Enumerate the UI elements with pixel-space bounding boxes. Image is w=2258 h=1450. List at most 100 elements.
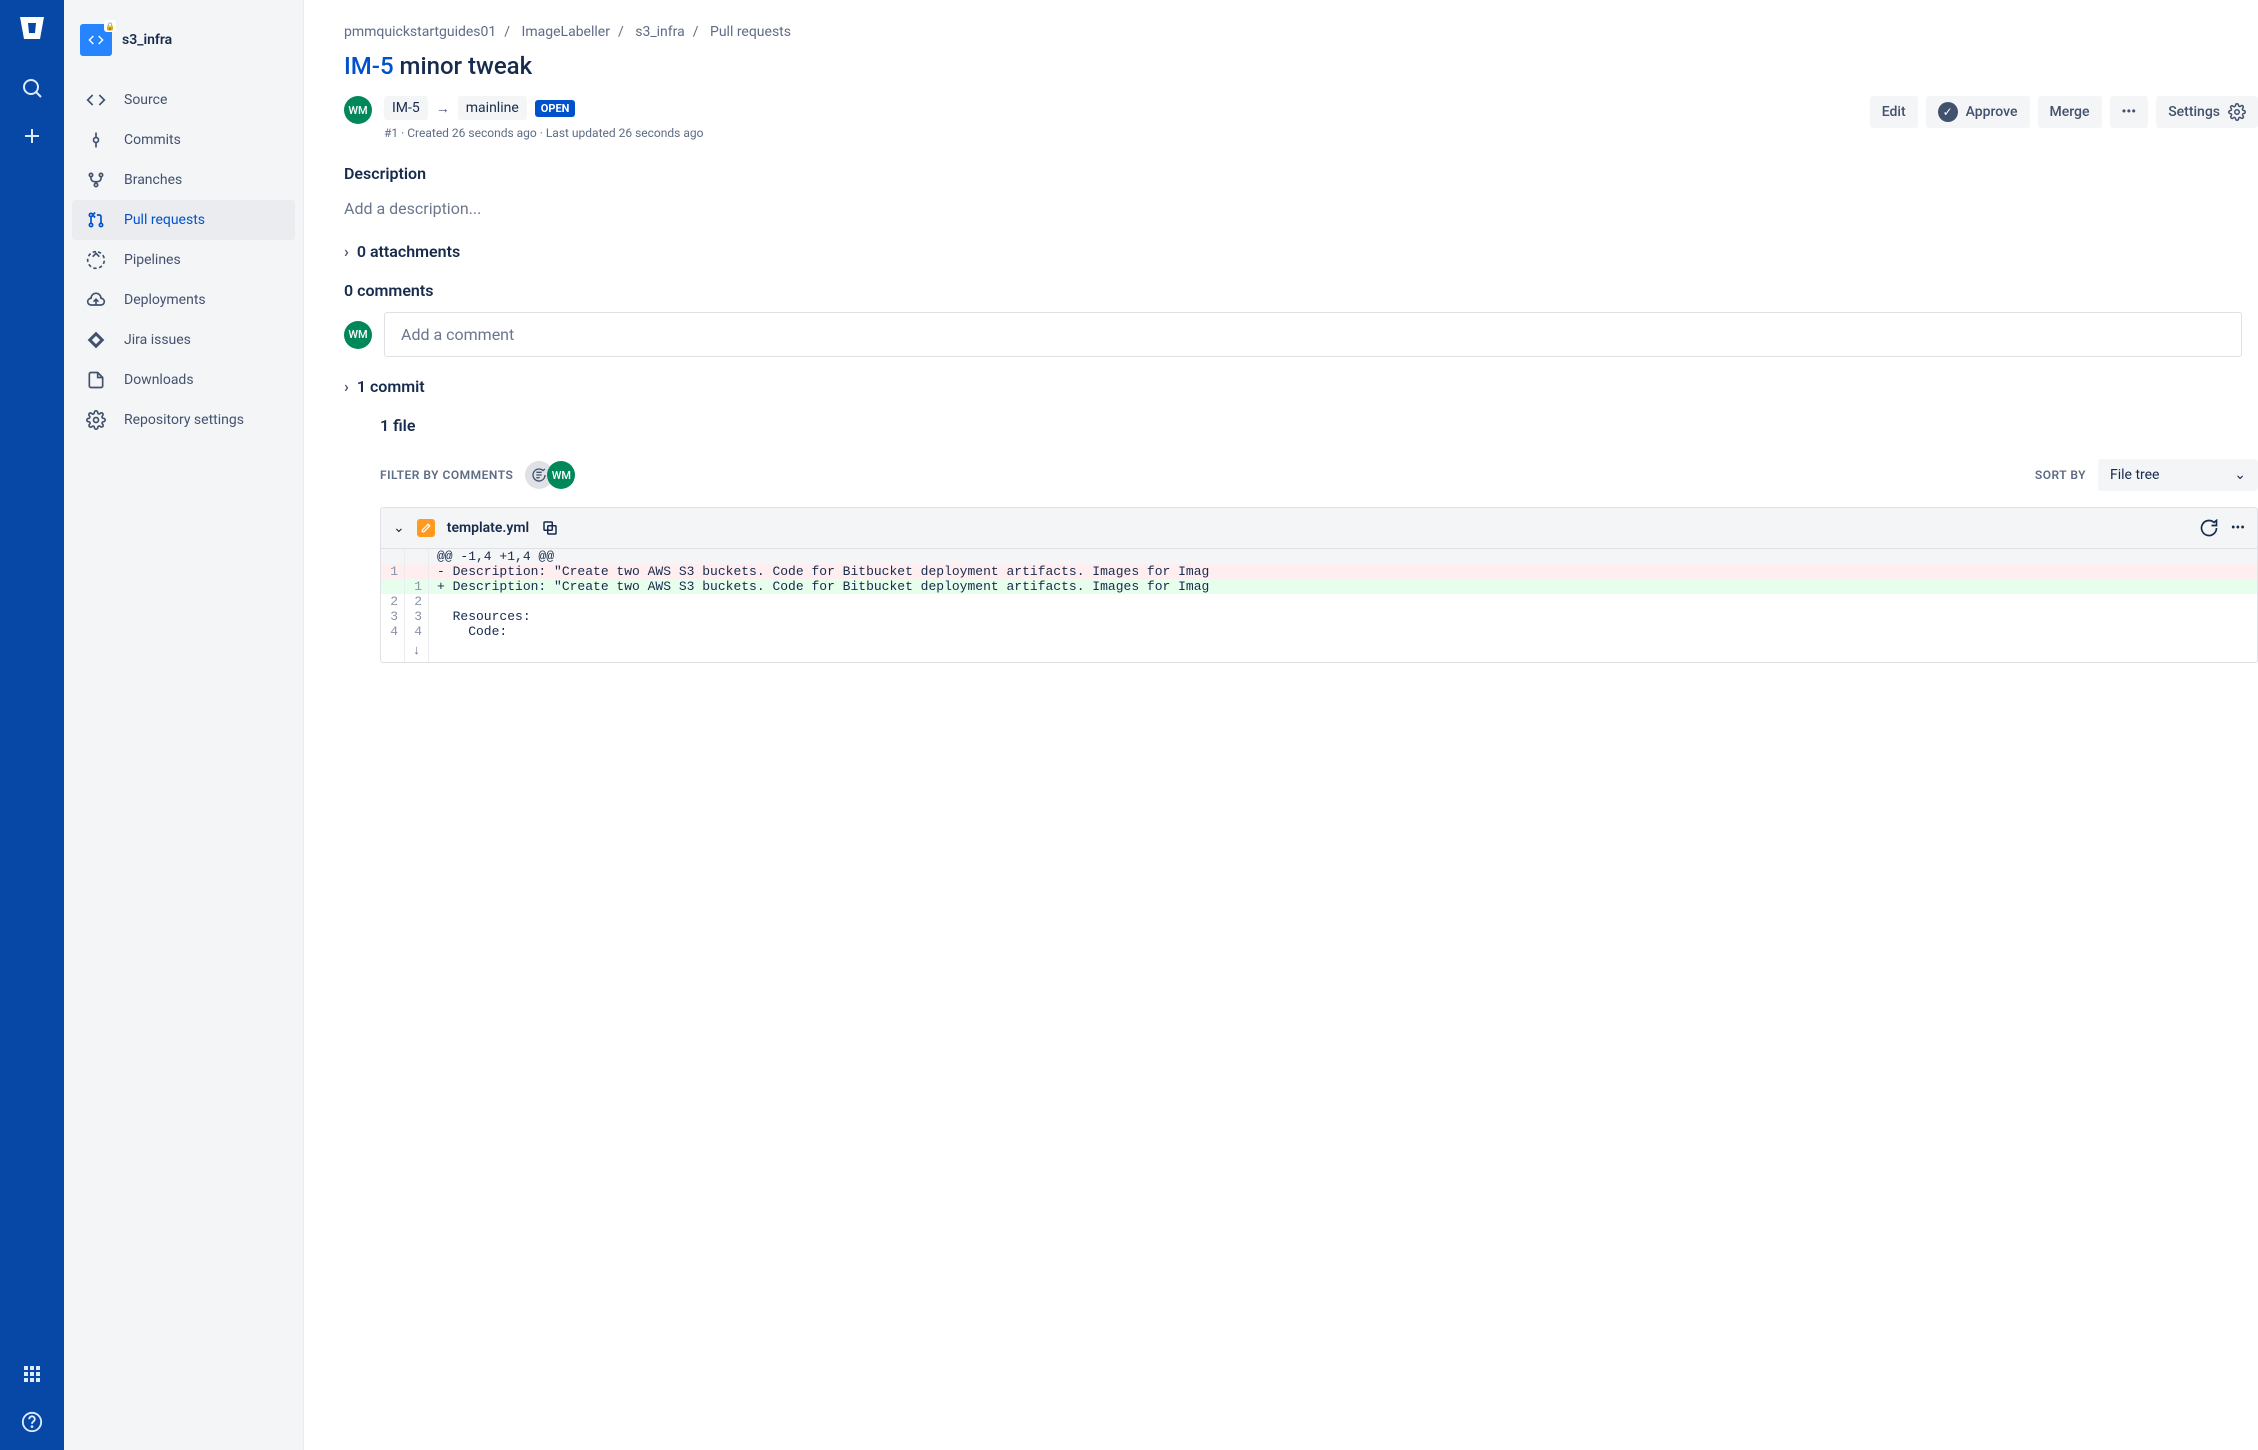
check-circle-icon: ✓: [1938, 102, 1958, 122]
repo-name: s3_infra: [122, 32, 172, 48]
current-user-avatar: WM: [344, 321, 372, 349]
sidebar-item-pull-requests[interactable]: Pull requests: [72, 200, 295, 240]
diff-line[interactable]: 1- Description: "Create two AWS S3 bucke…: [381, 564, 2257, 579]
search-icon[interactable]: [12, 68, 52, 108]
pr-created: Created 26 seconds ago: [407, 126, 537, 140]
comment-input[interactable]: Add a comment: [384, 312, 2242, 357]
approve-button[interactable]: ✓ Approve: [1926, 96, 2030, 128]
refresh-icon[interactable]: [2199, 518, 2219, 538]
settings-button[interactable]: Settings: [2156, 96, 2258, 128]
sidebar-item-label: Pull requests: [124, 212, 205, 228]
more-actions-button[interactable]: •••: [2110, 96, 2149, 128]
branch-icon: [84, 168, 108, 192]
file-modified-icon: [417, 519, 435, 537]
repo-sidebar: 🔒 s3_infra Source Commits Branches Pull …: [64, 0, 304, 1450]
pr-meta-row: WM IM-5 → mainline OPEN #1 · Created 26 …: [344, 96, 2258, 140]
sort-dropdown[interactable]: File tree ⌄: [2098, 459, 2258, 491]
sidebar-item-label: Downloads: [124, 372, 194, 388]
sort-value: File tree: [2110, 467, 2160, 483]
create-icon[interactable]: [12, 116, 52, 156]
diff-hunk-header: @@ -1,4 +1,4 @@: [381, 549, 2257, 564]
breadcrumbs: pmmquickstartguides01/ ImageLabeller/ s3…: [344, 24, 2258, 40]
code-icon: [84, 88, 108, 112]
diff-line[interactable]: 1+ Description: "Create two AWS S3 bucke…: [381, 579, 2257, 594]
description-section: Description Add a description...: [344, 164, 2258, 222]
pr-title-text: minor tweak: [394, 52, 533, 80]
pipeline-icon: [84, 248, 108, 272]
breadcrumb-item[interactable]: pmmquickstartguides01: [344, 24, 496, 40]
filter-label: FILTER BY COMMENTS: [380, 468, 513, 482]
diff-expand[interactable]: ↓: [381, 639, 2257, 662]
branch-row: IM-5 → mainline OPEN: [384, 96, 703, 120]
commit-icon: [84, 128, 108, 152]
commenter-avatar[interactable]: WM: [547, 461, 575, 489]
sidebar-item-repo-settings[interactable]: Repository settings: [72, 400, 295, 440]
comments-heading: 0 comments: [344, 281, 2242, 300]
repo-header[interactable]: 🔒 s3_infra: [72, 16, 295, 64]
description-heading: Description: [344, 164, 2242, 183]
sidebar-item-label: Deployments: [124, 292, 206, 308]
chevron-down-icon: ⌄: [2234, 467, 2246, 483]
lock-icon: 🔒: [104, 20, 116, 32]
diff-line[interactable]: 33 Resources:: [381, 609, 2257, 624]
attachments-label: 0 attachments: [357, 242, 460, 261]
target-branch[interactable]: mainline: [458, 96, 527, 120]
attachments-toggle[interactable]: › 0 attachments: [344, 242, 2258, 261]
apps-switcher-icon[interactable]: [12, 1354, 52, 1394]
diff-line[interactable]: 22: [381, 594, 2257, 609]
breadcrumb-item[interactable]: s3_infra: [635, 24, 685, 40]
sidebar-item-label: Jira issues: [124, 332, 191, 348]
sidebar-item-downloads[interactable]: Downloads: [72, 360, 295, 400]
pull-request-icon: [84, 208, 108, 232]
sidebar-item-branches[interactable]: Branches: [72, 160, 295, 200]
sidebar-item-pipelines[interactable]: Pipelines: [72, 240, 295, 280]
sidebar-item-label: Pipelines: [124, 252, 181, 268]
gear-icon: [2228, 103, 2246, 121]
more-horizontal-icon: •••: [2122, 104, 2137, 120]
files-heading: 1 file: [380, 416, 2258, 435]
breadcrumb-item[interactable]: Pull requests: [710, 24, 791, 40]
sidebar-item-deployments[interactable]: Deployments: [72, 280, 295, 320]
bitbucket-logo-icon[interactable]: [16, 12, 48, 44]
arrow-right-icon: →: [436, 100, 450, 117]
sidebar-item-jira-issues[interactable]: Jira issues: [72, 320, 295, 360]
chevron-down-icon[interactable]: ⌄: [393, 520, 405, 536]
settings-label: Settings: [2168, 104, 2220, 120]
source-branch[interactable]: IM-5: [384, 96, 428, 120]
gear-icon: [84, 408, 108, 432]
chevron-right-icon: ›: [344, 242, 349, 261]
diff-header: ⌄ template.yml •••: [381, 508, 2257, 549]
files-section: 1 file FILTER BY COMMENTS WM SORT BY Fil…: [380, 416, 2258, 663]
cloud-upload-icon: [84, 288, 108, 312]
chevron-right-icon: ›: [344, 377, 349, 396]
copy-icon[interactable]: [541, 519, 559, 537]
main-content: pmmquickstartguides01/ ImageLabeller/ s3…: [304, 0, 2258, 1450]
sidebar-item-source[interactable]: Source: [72, 80, 295, 120]
description-placeholder[interactable]: Add a description...: [344, 195, 2242, 222]
sidebar-item-label: Branches: [124, 172, 182, 188]
sort-label: SORT BY: [2035, 468, 2086, 482]
diff-line[interactable]: 44 Code:: [381, 624, 2257, 639]
sidebar-item-label: Commits: [124, 132, 181, 148]
filter-row: FILTER BY COMMENTS WM SORT BY File tree …: [380, 459, 2258, 491]
download-icon: [84, 368, 108, 392]
jira-icon: [84, 328, 108, 352]
sidebar-item-label: Source: [124, 92, 167, 108]
diff-panel: ⌄ template.yml ••• @@ -1,4 +1,4 @@ 1- De…: [380, 507, 2258, 663]
sidebar-item-label: Repository settings: [124, 412, 244, 428]
commits-toggle[interactable]: › 1 commit: [344, 377, 2258, 396]
author-avatar[interactable]: WM: [344, 96, 372, 124]
edit-button[interactable]: Edit: [1870, 96, 1918, 128]
pr-title: IM-5 minor tweak: [344, 52, 2258, 80]
merge-button[interactable]: Merge: [2038, 96, 2102, 128]
approve-label: Approve: [1966, 104, 2018, 120]
pr-subtext: #1 · Created 26 seconds ago · Last updat…: [384, 126, 703, 140]
more-horizontal-icon[interactable]: •••: [2231, 520, 2245, 536]
help-icon[interactable]: [12, 1402, 52, 1442]
breadcrumb-item[interactable]: ImageLabeller: [522, 24, 610, 40]
diff-filename[interactable]: template.yml: [447, 520, 529, 536]
sidebar-item-commits[interactable]: Commits: [72, 120, 295, 160]
pr-updated: Last updated 26 seconds ago: [546, 126, 704, 140]
issue-key-link[interactable]: IM-5: [344, 52, 394, 80]
pr-status-badge: OPEN: [535, 100, 576, 117]
